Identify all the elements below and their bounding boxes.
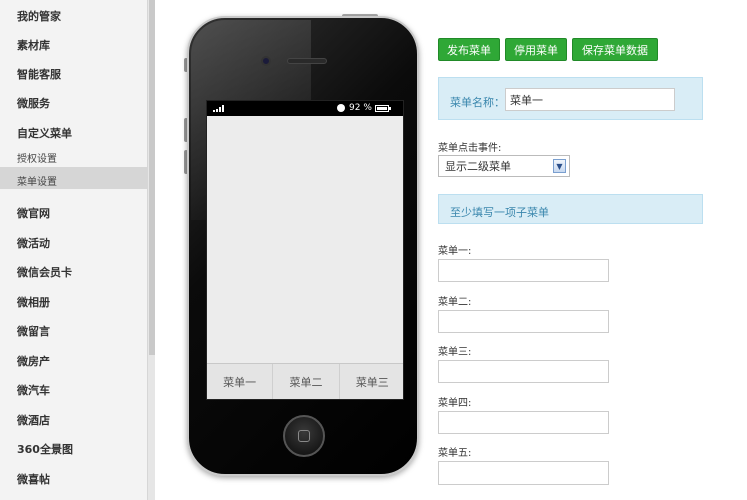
- phone-home-button: [283, 415, 325, 457]
- submenu-1-label: 菜单一:: [438, 246, 472, 257]
- menu-name-label: 菜单名称：: [450, 96, 505, 109]
- sidebar-item-hotel[interactable]: 微酒店: [17, 412, 50, 428]
- phone-speaker: [287, 58, 327, 64]
- sidebar-scrollbar[interactable]: [147, 0, 155, 500]
- sidebar-subitem-menu-settings[interactable]: 菜单设置: [17, 173, 57, 188]
- chevron-down-icon[interactable]: ▼: [553, 159, 566, 173]
- submenu-3-input[interactable]: [438, 360, 609, 383]
- submenu-notice-text: 至少填写一项子菜单: [450, 206, 549, 219]
- sidebar-item-material[interactable]: 素材库: [17, 37, 50, 53]
- menu-name-panel: 菜单名称：: [438, 77, 703, 120]
- sidebar-nav: 我的管家 素材库 智能客服 微服务 自定义菜单 授权设置 菜单设置 微官网 微活…: [0, 0, 147, 500]
- sidebar-item-activity[interactable]: 微活动: [17, 235, 50, 251]
- submenu-4-input[interactable]: [438, 411, 609, 434]
- submenu-1-input[interactable]: [438, 259, 609, 282]
- submenu-3-label: 菜单三:: [438, 347, 472, 358]
- phone-screen: 92 % 菜单一 菜单二 菜单三: [206, 100, 404, 400]
- menu-name-input[interactable]: [505, 88, 675, 111]
- submenu-5-label: 菜单五:: [438, 448, 472, 459]
- home-square-icon: [298, 430, 310, 442]
- menu-event-label: 菜单点击事件:: [438, 143, 502, 154]
- sidebar-item-micro-service[interactable]: 微服务: [17, 95, 50, 111]
- scrollbar-thumb[interactable]: [149, 0, 155, 355]
- battery-icon: [375, 105, 391, 112]
- submenu-4-label: 菜单四:: [438, 398, 472, 409]
- sidebar-item-custom-menu[interactable]: 自定义菜单: [17, 125, 72, 141]
- sidebar-subitem-auth[interactable]: 授权设置: [17, 150, 57, 165]
- menu-event-select[interactable]: 显示二级菜单 ▼: [438, 155, 570, 177]
- sidebar-item-album[interactable]: 微相册: [17, 294, 50, 310]
- clock-icon: [337, 104, 345, 112]
- submenu-notice: 至少填写一项子菜单: [438, 194, 703, 224]
- submenu-2-input[interactable]: [438, 310, 609, 333]
- sidebar-item-car[interactable]: 微汽车: [17, 382, 50, 398]
- phone-menu-tab-1[interactable]: 菜单一: [207, 364, 274, 399]
- menu-event-selected: 显示二级菜单: [445, 160, 511, 173]
- sidebar-item-message[interactable]: 微留言: [17, 323, 50, 339]
- phone-menu-bar: 菜单一 菜单二 菜单三: [207, 363, 403, 399]
- phone-menu-tab-2[interactable]: 菜单二: [273, 364, 340, 399]
- sidebar-item-realestate[interactable]: 微房产: [17, 353, 50, 369]
- phone-camera: [261, 56, 271, 66]
- submenu-2-label: 菜单二:: [438, 297, 472, 308]
- save-menu-button[interactable]: 保存菜单数据: [572, 38, 658, 61]
- battery-percent: 92 %: [349, 103, 372, 113]
- phone-status-bar: 92 %: [207, 101, 403, 116]
- sidebar-item-member-card[interactable]: 微信会员卡: [17, 264, 72, 280]
- phone-preview: 92 % 菜单一 菜单二 菜单三: [187, 16, 419, 476]
- disable-menu-button[interactable]: 停用菜单: [505, 38, 567, 61]
- sidebar-item-customer-service[interactable]: 智能客服: [17, 66, 61, 82]
- publish-menu-button[interactable]: 发布菜单: [438, 38, 500, 61]
- sidebar-item-website[interactable]: 微官网: [17, 205, 50, 221]
- sidebar-item-panorama[interactable]: 360全景图: [17, 441, 73, 457]
- signal-icon: [213, 105, 224, 112]
- sidebar-item-wedding[interactable]: 微喜帖: [17, 471, 50, 487]
- submenu-5-input[interactable]: [438, 461, 609, 485]
- sidebar-item-butler[interactable]: 我的管家: [17, 8, 61, 24]
- phone-menu-tab-3[interactable]: 菜单三: [340, 364, 403, 399]
